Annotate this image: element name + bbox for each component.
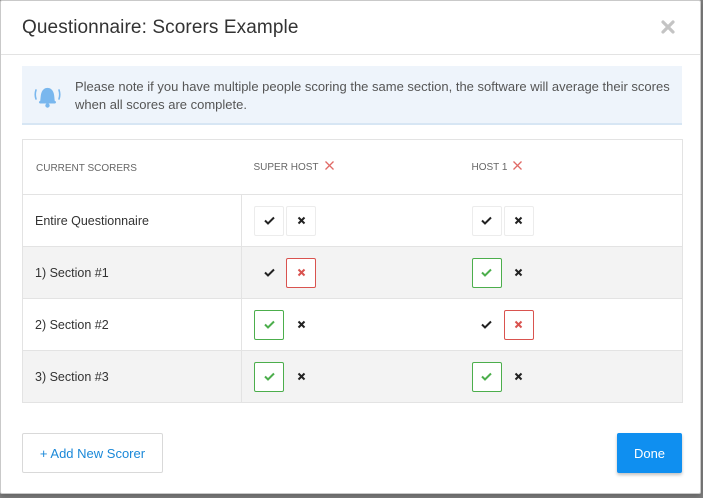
- assignment-toggle: [254, 309, 316, 340]
- scorers-modal: Questionnaire: Scorers Example Please no…: [0, 0, 701, 494]
- unassign-x-button[interactable]: [286, 310, 316, 340]
- averaging-notice: Please note if you have multiple people …: [22, 66, 682, 125]
- check-icon: [481, 372, 492, 381]
- assignment-cell: [241, 350, 461, 403]
- x-icon: [514, 372, 523, 381]
- assign-check-button[interactable]: [254, 205, 284, 236]
- assignment-cell: [241, 298, 461, 351]
- add-new-scorer-button[interactable]: + Add New Scorer: [22, 433, 163, 473]
- done-button[interactable]: Done: [617, 433, 682, 473]
- assign-check-button[interactable]: [471, 205, 502, 236]
- unassign-x-button[interactable]: [286, 362, 316, 392]
- check-icon: [481, 216, 492, 225]
- current-scorers-header: CURRENT SCORERS: [22, 139, 242, 195]
- assignment-cell: [241, 194, 461, 247]
- assign-check-button[interactable]: [472, 310, 502, 340]
- row-label: 2) Section #2: [22, 298, 242, 351]
- row-label: Entire Questionnaire: [22, 194, 242, 247]
- x-icon: [297, 372, 305, 381]
- assignment-cell: [460, 298, 683, 351]
- assignment-cell: [241, 246, 461, 299]
- remove-scorer-icon[interactable]: [512, 160, 523, 171]
- x-icon: [514, 320, 523, 329]
- x-icon: [297, 216, 305, 225]
- unassign-x-button[interactable]: [286, 257, 316, 288]
- modal-title: Questionnaire: Scorers Example: [22, 17, 299, 38]
- assign-check-button[interactable]: [471, 257, 502, 288]
- table-row: 2) Section #2: [22, 298, 683, 351]
- remove-scorer-icon[interactable]: [324, 160, 335, 171]
- unassign-x-button[interactable]: [503, 309, 534, 340]
- scorer-name: SUPER HOST: [253, 161, 319, 173]
- assign-check-button[interactable]: [254, 361, 284, 392]
- assignment-toggle: [254, 361, 316, 392]
- assignment-toggle: [471, 257, 534, 288]
- scorer-header-super-host: SUPER HOST: [241, 139, 461, 195]
- row-label: 3) Section #3: [22, 350, 242, 403]
- unassign-x-button[interactable]: [504, 362, 534, 392]
- assignment-cell: [460, 350, 683, 403]
- assign-check-button[interactable]: [471, 361, 502, 392]
- x-icon: [297, 320, 305, 329]
- row-label: 1) Section #1: [22, 246, 242, 299]
- table-row: Entire Questionnaire: [22, 194, 683, 247]
- assignment-cell: [460, 246, 683, 299]
- x-icon: [514, 216, 523, 225]
- bell-icon: [32, 82, 62, 110]
- modal-header: Questionnaire: Scorers Example: [1, 1, 700, 55]
- check-icon: [263, 320, 275, 329]
- check-icon: [481, 268, 492, 277]
- table-header-row: CURRENT SCORERS SUPER HOST HOST 1: [22, 139, 683, 195]
- check-icon: [263, 268, 275, 277]
- assignment-toggle: [471, 205, 534, 236]
- check-icon: [263, 216, 275, 225]
- check-icon: [481, 320, 492, 329]
- assignment-toggle: [254, 257, 316, 288]
- assignment-toggle: [472, 309, 534, 340]
- table-row: 1) Section #1: [22, 246, 683, 299]
- scorer-header-host-1: HOST 1: [460, 139, 683, 195]
- close-icon[interactable]: [658, 17, 678, 37]
- scorers-table: CURRENT SCORERS SUPER HOST HOST 1 Entire…: [22, 139, 683, 403]
- scorer-name: HOST 1: [471, 161, 508, 173]
- assign-check-button[interactable]: [254, 258, 284, 288]
- unassign-x-button[interactable]: [504, 258, 534, 288]
- assignment-cell: [460, 194, 683, 247]
- x-icon: [514, 268, 523, 277]
- unassign-x-button[interactable]: [503, 205, 534, 236]
- notice-text: Please note if you have multiple people …: [75, 79, 670, 112]
- assign-check-button[interactable]: [254, 309, 284, 340]
- table-row: 3) Section #3: [22, 350, 683, 403]
- check-icon: [263, 372, 275, 381]
- assignment-toggle: [254, 205, 316, 236]
- x-icon: [297, 268, 305, 277]
- assignment-toggle: [471, 361, 534, 392]
- unassign-x-button[interactable]: [286, 205, 316, 236]
